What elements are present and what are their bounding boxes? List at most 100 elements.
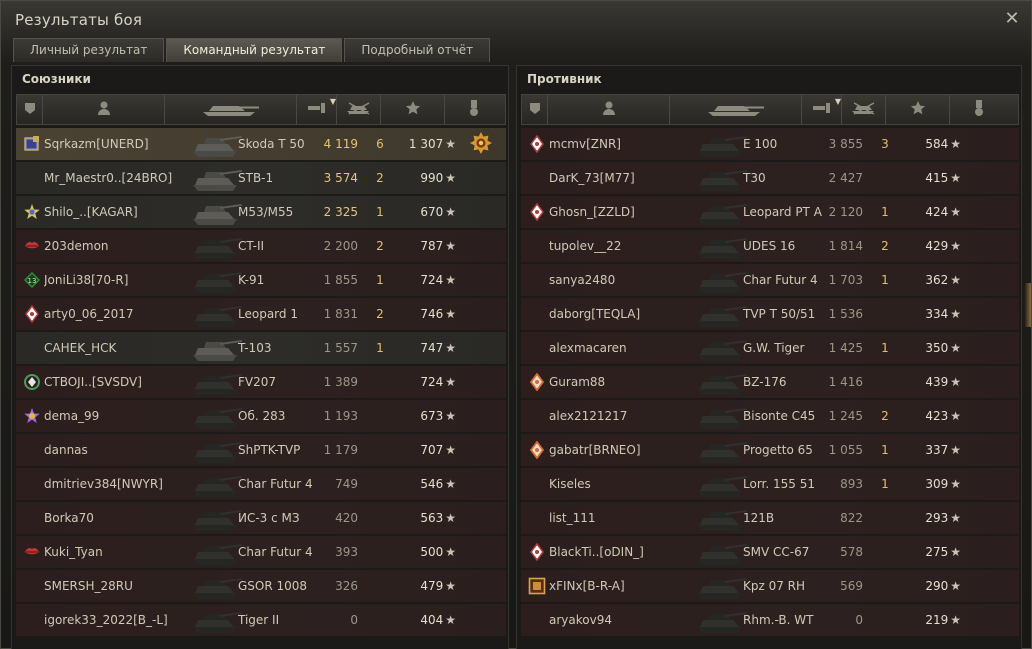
xp-value: 334 [925,307,949,321]
tab-detailed-report[interactable]: Подробный отчёт [344,38,491,62]
tab-personal-result[interactable]: Личный результат [13,38,165,62]
star-icon: ★ [950,511,961,525]
green-13-icon: 13 [23,271,41,289]
player-row[interactable]: aryakov94 Rhm.-B. WT 0 219 ★ [521,604,1019,636]
column-header-vehicle[interactable] [165,95,297,124]
column-header-damage[interactable]: ▼ [802,95,842,124]
star-icon: ★ [445,273,456,287]
column-header-frags[interactable] [842,95,886,124]
player-row[interactable]: Shilo_..[KAGAR] M53/M55 2 325 1 670 ★ [16,196,506,228]
column-header-xp[interactable] [381,95,445,124]
player-row[interactable]: Kuki_Tyan Char Futur 4 393 500 ★ [16,536,506,568]
star-icon: ★ [445,613,456,627]
player-name: arty0_06_2017 [44,307,134,321]
player-row[interactable]: Kiseles Lorr. 155 51 893 1 309 ★ [521,468,1019,500]
diamond-icon [23,305,41,323]
column-header-badge[interactable] [522,95,548,124]
player-row[interactable]: arty0_06_2017 Leopard 1 1 831 2 746 ★ [16,298,506,330]
damage-value: 393 [335,545,358,559]
vehicle-name: T-103 [238,341,272,355]
player-row[interactable]: xFINx[B-R-A] Kpz 07 RH 569 290 ★ [521,570,1019,602]
column-header-frags[interactable] [337,95,381,124]
player-row[interactable]: Sqrkazm[UNERD] Skoda T 50 4 119 6 1 307 ★ [16,128,506,160]
player-row[interactable]: SMERSH_28RU GSOR 1008 326 479 ★ [16,570,506,602]
player-row[interactable]: alexmacaren G.W. Tiger 1 425 1 350 ★ [521,332,1019,364]
frags-icon [849,100,879,120]
column-header-player[interactable] [43,95,165,124]
column-header-badge[interactable] [17,95,43,124]
xp-value: 290 [925,579,949,593]
player-row[interactable]: igorek33_2022[B_-L] Tiger II 0 404 ★ [16,604,506,636]
tab-team-result[interactable]: Командный результат [166,38,343,62]
vehicle-name: Lorr. 155 51 [743,477,815,491]
player-row[interactable]: CAHEK_HCK T-103 1 557 1 747 ★ [16,332,506,364]
player-row[interactable]: sanya2480 Char Futur 4 1 703 1 362 ★ [521,264,1019,296]
badge-cell [20,332,44,364]
player-row[interactable]: Borka70 ИС-3 с МЗ 420 563 ★ [16,502,506,534]
tank-icon [190,401,244,431]
player-name: sanya2480 [549,273,616,287]
star-icon: ★ [445,171,456,185]
player-row[interactable]: list_111 121B 822 293 ★ [521,502,1019,534]
tank-icon [190,367,244,397]
star-icon: ★ [445,137,456,151]
column-header-vehicle[interactable] [670,95,802,124]
player-row[interactable]: daborg[TEQLA] TVP T 50/51 1 536 334 ★ [521,298,1019,330]
damage-value: 1 416 [828,375,863,389]
column-header-xp[interactable] [886,95,950,124]
xp-value: 546 [420,477,444,491]
player-name: alexmacaren [549,341,627,355]
vehicle-name: Skoda T 50 [238,137,305,151]
player-row[interactable]: Ghosn_[ZZLD] Leopard PT A 2 120 1 424 ★ [521,196,1019,228]
xp-value: 350 [925,341,949,355]
badge-cell [20,400,44,432]
player-name: alex2121217 [549,409,628,423]
player-row[interactable]: alex2121217 Bisonte C45 1 245 2 423 ★ [521,400,1019,432]
badge-cell [525,332,549,364]
star-icon: ★ [445,579,456,593]
badge-cell [525,366,549,398]
xp-cell: 500 ★ [402,545,456,559]
player-row[interactable]: Mr_Maestr0..[24BRO] STB-1 3 574 2 990 ★ [16,162,506,194]
tank-icon [695,299,749,329]
column-header-medal[interactable] [950,95,1008,124]
star-icon: ★ [445,239,456,253]
vehicle-cell: Progetto 65 [697,434,823,466]
diamond-icon [528,135,546,153]
tank-icon [695,197,749,227]
player-row[interactable]: BlackTi..[oDIN_] SMV CC-67 578 275 ★ [521,536,1019,568]
column-header-medal[interactable] [445,95,503,124]
column-header-damage[interactable]: ▼ [297,95,337,124]
vehicle-name: Leopard PT A [743,205,822,219]
frags-value: 2 [881,239,889,253]
xp-cell: 429 ★ [907,239,961,253]
player-name: BlackTi..[oDIN_] [549,545,644,559]
player-row[interactable]: 13 JoniLi38[70-R] K-91 1 855 1 724 ★ [16,264,506,296]
badge-cell [20,468,44,500]
player-name: Mr_Maestr0..[24BRO] [44,171,173,185]
player-name: Sqrkazm[UNERD] [44,137,149,151]
close-icon[interactable]: ✕ [1003,10,1021,28]
xp-cell: 219 ★ [907,613,961,627]
player-row[interactable]: mcmv[ZNR] E 100 3 855 3 584 ★ [521,128,1019,160]
medal-icon[interactable] [470,131,492,158]
player-row[interactable]: tupolev__22 UDES 16 1 814 2 429 ★ [521,230,1019,262]
damage-value: 2 200 [323,239,358,253]
player-row[interactable]: gabatr[BRNEO] Progetto 65 1 055 1 337 ★ [521,434,1019,466]
player-row[interactable]: 203demon CT-II 2 200 2 787 ★ [16,230,506,262]
xp-cell: 546 ★ [402,477,456,491]
vehicle-cell: ShPTK-TVP [192,434,318,466]
player-row[interactable]: dema_99 Об. 283 1 193 673 ★ [16,400,506,432]
column-header-player[interactable] [548,95,670,124]
player-row[interactable]: dmitriev384[NWYR] Char Futur 4 749 546 ★ [16,468,506,500]
xp-cell: 350 ★ [907,341,961,355]
tank-icon [190,129,244,159]
star-icon [910,100,926,120]
player-row[interactable]: CTBOJI..[SVSDV] FV207 1 389 724 ★ [16,366,506,398]
player-name: Ghosn_[ZZLD] [549,205,635,219]
player-row[interactable]: Guram88 BZ-176 1 416 439 ★ [521,366,1019,398]
badge-cell [20,604,44,636]
badge-cell: 13 [20,264,44,296]
player-row[interactable]: dannas ShPTK-TVP 1 179 707 ★ [16,434,506,466]
player-row[interactable]: DarK_73[M77] T30 2 427 415 ★ [521,162,1019,194]
